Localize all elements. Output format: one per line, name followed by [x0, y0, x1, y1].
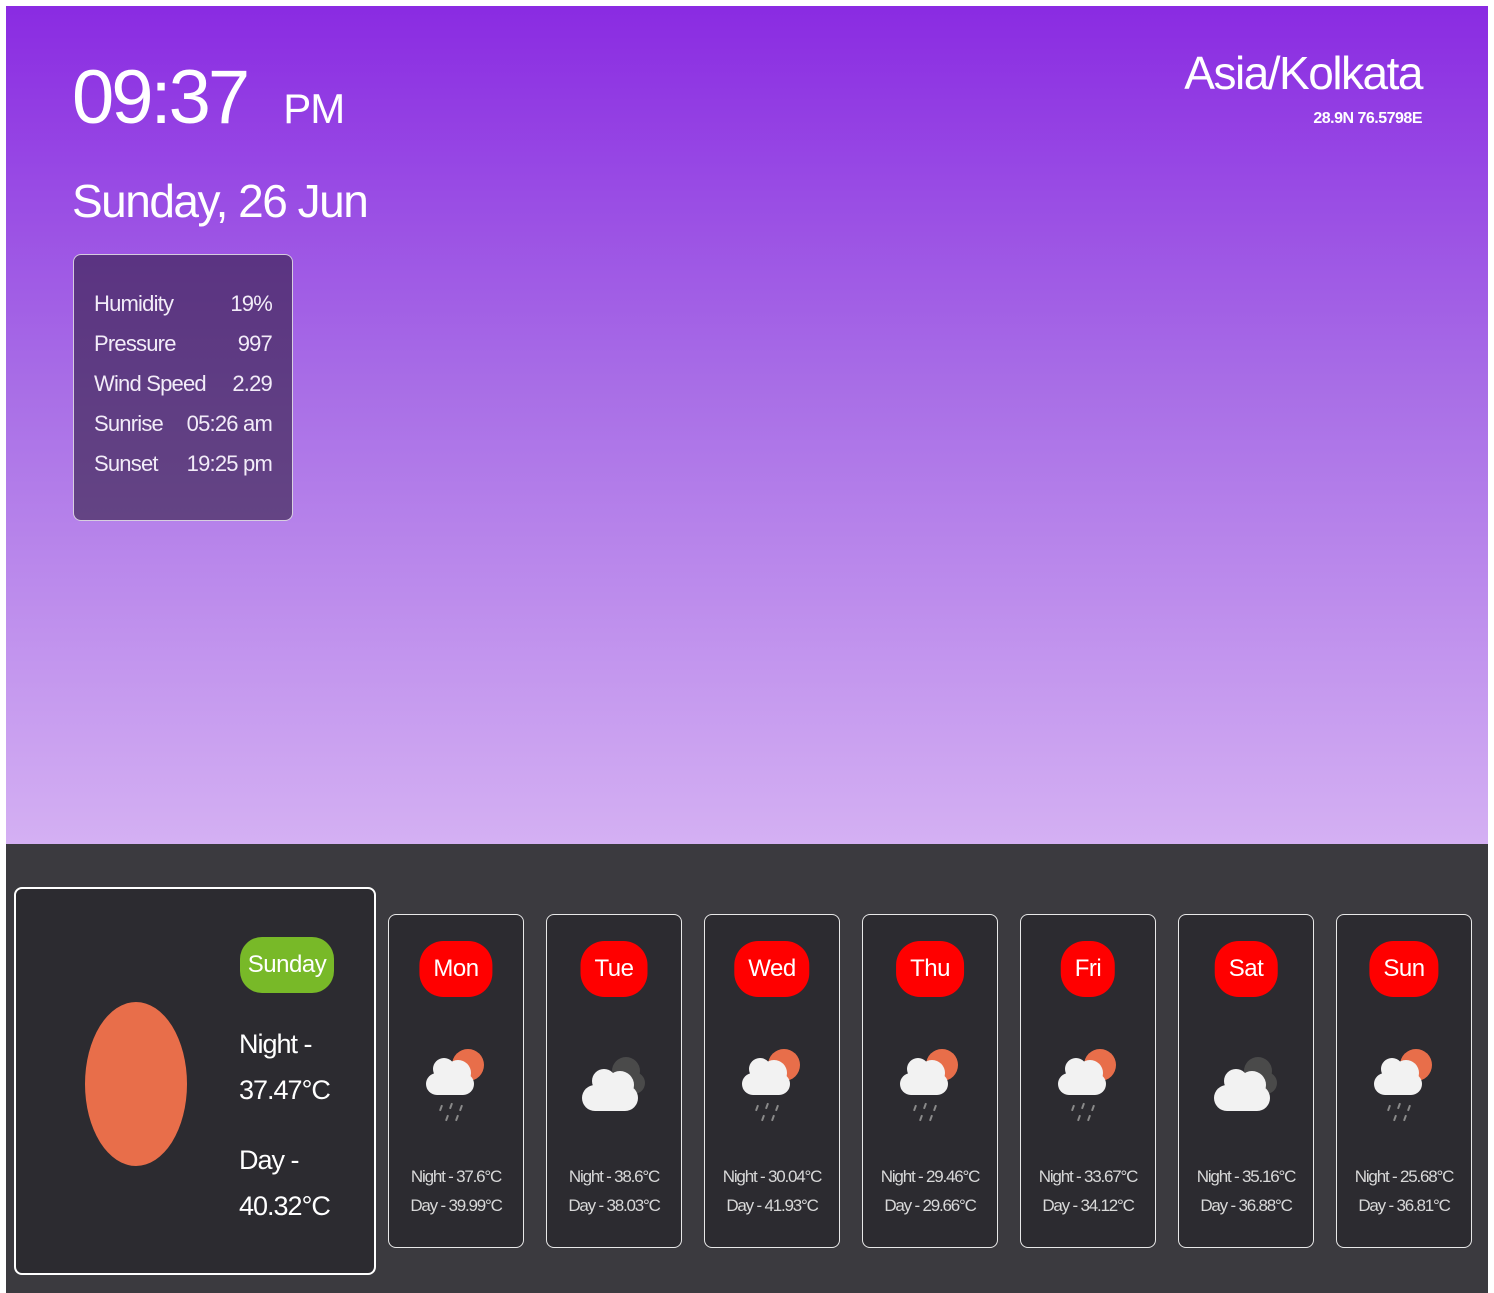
- location-info: Asia/Kolkata 28.9N 76.5798E: [1184, 46, 1423, 128]
- current-date: Sunday, 26 Jun: [72, 175, 369, 227]
- night-temp: Night - 37.6°C: [410, 1167, 502, 1186]
- day-badge: Tue: [580, 941, 648, 997]
- night-temp: Night - 35.16°C: [1196, 1167, 1297, 1186]
- forecast-card-sun: Sun Night - 25.68°C Day - 36.81°C: [1336, 914, 1472, 1248]
- day-temp: Day - 41.93°C: [726, 1196, 819, 1215]
- today-day-label: Day -: [239, 1145, 300, 1175]
- today-night-label: Night -: [239, 1029, 313, 1059]
- stat-value: 19%: [230, 291, 272, 316]
- day-badge: Mon: [419, 941, 493, 997]
- today-day-value: 40.32°C: [239, 1191, 331, 1221]
- stat-pressure: Pressure 997: [94, 331, 273, 371]
- day-temp: Day - 29.66°C: [884, 1196, 977, 1215]
- night-temp: Night - 25.68°C: [1354, 1167, 1455, 1186]
- night-temp: Night - 29.46°C: [880, 1167, 981, 1186]
- stat-wind-speed: Wind Speed 2.29: [94, 371, 273, 411]
- day-badge: Wed: [734, 941, 810, 997]
- stat-humidity: Humidity 19%: [94, 291, 273, 331]
- night-temp: Night - 33.67°C: [1038, 1167, 1139, 1186]
- forecast-card-fri: Fri Night - 33.67°C Day - 34.12°C: [1020, 914, 1156, 1248]
- day-badge: Thu: [896, 941, 964, 997]
- stat-label: Pressure: [94, 331, 176, 356]
- stat-value: 2.29: [232, 371, 272, 396]
- forecast-card-wed: Wed Night - 30.04°C Day - 41.93°C: [704, 914, 840, 1248]
- cloud-sun-rain-icon: [1058, 1049, 1116, 1122]
- stat-sunset: Sunset 19:25 pm: [94, 451, 273, 491]
- stat-value: 19:25 pm: [186, 451, 273, 476]
- day-temp: Day - 36.88°C: [1200, 1196, 1293, 1215]
- cloud-sun-rain-icon: [900, 1049, 958, 1122]
- cloud-icon: [582, 1057, 645, 1111]
- clock-time: 09:37: [72, 55, 250, 140]
- today-day-badge: Sunday: [240, 937, 334, 993]
- forecast-card-sat: Sat Night - 35.16°C Day - 36.88°C: [1178, 914, 1314, 1248]
- timezone-name: Asia/Kolkata: [1184, 47, 1423, 99]
- today-night-temp: Night - 37.47°C: [239, 1021, 331, 1113]
- forecast-card-mon: Mon Night - 37.6°C Day - 39.99°C: [388, 914, 524, 1248]
- night-temp: Night - 30.04°C: [722, 1167, 823, 1186]
- stat-label: Sunset: [94, 451, 158, 476]
- stat-label: Sunrise: [94, 411, 164, 436]
- night-temp: Night - 38.6°C: [568, 1167, 660, 1186]
- cloud-sun-rain-icon: [742, 1049, 800, 1122]
- day-temp: Day - 34.12°C: [1042, 1196, 1135, 1215]
- cloud-sun-rain-icon: [426, 1049, 484, 1122]
- today-night-value: 37.47°C: [239, 1075, 331, 1105]
- weather-stats-card: Humidity 19% Pressure 997 Wind Speed 2.2…: [73, 254, 293, 521]
- clock: 09:37 PM: [72, 54, 345, 141]
- cloud-icon: [1214, 1057, 1277, 1111]
- cloud-sun-rain-icon: [1374, 1049, 1432, 1122]
- stat-label: Humidity: [94, 291, 174, 316]
- stat-sunrise: Sunrise 05:26 am: [94, 411, 273, 451]
- forecast-panel: Sunday Night - 37.47°C Day - 40.32°C Mon…: [6, 844, 1488, 1293]
- clock-ampm: PM: [283, 85, 345, 132]
- day-temp: Day - 38.03°C: [568, 1196, 661, 1215]
- coordinates: 28.9N 76.5798E: [1313, 110, 1422, 127]
- day-temp: Day - 39.99°C: [410, 1196, 503, 1215]
- day-badge: Fri: [1060, 941, 1116, 997]
- stat-value: 997: [237, 331, 273, 356]
- stat-label: Wind Speed: [94, 371, 207, 396]
- day-temp: Day - 36.81°C: [1358, 1196, 1451, 1215]
- day-badge: Sun: [1369, 941, 1439, 997]
- weather-app: 09:37 PM Sunday, 26 Jun Humidity 19% Pre…: [6, 6, 1488, 1293]
- current-weather-panel: 09:37 PM Sunday, 26 Jun Humidity 19% Pre…: [6, 6, 1488, 844]
- forecast-card-tue: Tue Night - 38.6°C Day - 38.03°C: [546, 914, 682, 1248]
- day-badge: Sat: [1214, 941, 1278, 997]
- today-card: Sunday Night - 37.47°C Day - 40.32°C: [14, 887, 376, 1275]
- forecast-card-thu: Thu Night - 29.46°C Day - 29.66°C: [862, 914, 998, 1248]
- stat-value: 05:26 am: [186, 411, 273, 436]
- sun-icon: [85, 1002, 187, 1166]
- today-day-temp: Day - 40.32°C: [239, 1137, 331, 1229]
